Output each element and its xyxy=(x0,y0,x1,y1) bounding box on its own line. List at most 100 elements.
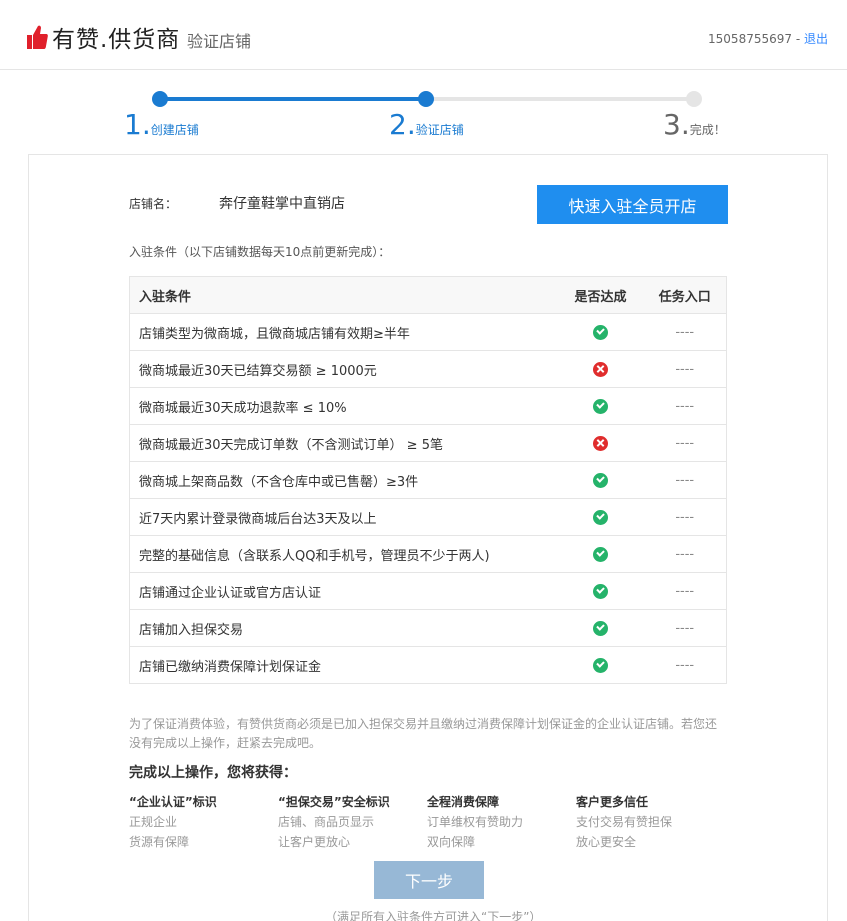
table-row: 店铺通过企业认证或官方店认证 ---- xyxy=(129,572,727,610)
check-circle-icon xyxy=(593,620,608,636)
status-cell xyxy=(557,609,644,647)
user-phone: 15058755697 xyxy=(708,32,793,46)
status-cell xyxy=(557,646,644,684)
table-row: 微商城最近30天成功退款率 ≤ 10% ---- xyxy=(129,387,727,425)
conditions-table: 入驻条件 是否达成 任务入口 店铺类型为微商城，且微商城店铺有效期≥半年 ----… xyxy=(129,276,727,684)
benefits-title: 完成以上操作，您将获得： xyxy=(129,765,297,781)
check-circle-icon xyxy=(593,509,608,525)
condition-cell: 店铺已缴纳消费保障计划保证金 xyxy=(129,646,558,684)
status-cell xyxy=(557,313,644,351)
benefit-line: 放心更安全 xyxy=(576,835,637,849)
status-cell xyxy=(557,387,644,425)
status-cell xyxy=(557,498,644,536)
step-2-label: 2. 验证店铺 xyxy=(389,108,464,142)
user-area: 15058755697 - 退出 xyxy=(708,30,828,47)
cross-circle-icon xyxy=(593,361,608,377)
step-number: 3. xyxy=(663,108,690,141)
check-circle-icon xyxy=(593,324,608,340)
step-1-dot xyxy=(152,91,168,107)
thumbs-up-icon xyxy=(27,25,48,49)
cross-circle-icon xyxy=(593,435,608,451)
store-name-value: 奔仔童鞋掌中直销店 xyxy=(219,196,345,212)
step-3-dot xyxy=(686,91,702,107)
check-circle-icon xyxy=(593,398,608,414)
page-title: 验证店铺 xyxy=(187,32,252,51)
store-name-label: 店铺名： xyxy=(129,197,178,211)
benefit-line: 正规企业 xyxy=(129,815,178,829)
progress-line-completed xyxy=(160,97,426,101)
check-circle-icon xyxy=(593,583,608,599)
benefit-title: “担保交易”安全标识 xyxy=(278,795,390,809)
condition-cell: 完整的基础信息（含联系人QQ和手机号，管理员不少于两人) xyxy=(129,535,558,573)
check-circle-icon xyxy=(593,546,608,562)
status-cell xyxy=(557,461,644,499)
step-1-label: 1. 创建店铺 xyxy=(124,108,199,142)
condition-cell: 微商城最近30天已结算交易额 ≥ 1000元 xyxy=(129,350,558,388)
task-entry-cell: ---- xyxy=(643,313,727,351)
condition-cell: 近7天内累计登录微商城后台达3天及以上 xyxy=(129,498,558,536)
table-row: 微商城最近30天已结算交易额 ≥ 1000元 ---- xyxy=(129,350,727,388)
condition-cell: 店铺加入担保交易 xyxy=(129,609,558,647)
table-row: 店铺加入担保交易 ---- xyxy=(129,609,727,647)
separator: - xyxy=(792,32,804,46)
table-row: 店铺类型为微商城，且微商城店铺有效期≥半年 ---- xyxy=(129,313,727,351)
column-header-status: 是否达成 xyxy=(557,276,644,314)
conditions-note: 入驻条件（以下店铺数据每天10点前更新完成）： xyxy=(129,245,391,259)
check-circle-icon xyxy=(593,472,608,488)
task-entry-cell: ---- xyxy=(643,424,727,462)
benefit-enterprise-cert: “企业认证”标识 正规企业 货源有保障 xyxy=(129,792,217,852)
step-text: 完成！ xyxy=(689,123,726,137)
benefit-title: 全程消费保障 xyxy=(427,795,500,809)
task-entry-cell: ---- xyxy=(643,572,727,610)
condition-cell: 微商城上架商品数（不含仓库中或已售罄）≥3件 xyxy=(129,461,558,499)
logout-link[interactable]: 退出 xyxy=(804,32,828,46)
logo[interactable]: 有赞.供货商 xyxy=(26,22,180,53)
task-entry-cell: ---- xyxy=(643,350,727,388)
table-row: 微商城最近30天完成订单数（不含测试订单） ≥ 5笔 ---- xyxy=(129,424,727,462)
condition-cell: 微商城最近30天完成订单数（不含测试订单） ≥ 5笔 xyxy=(129,424,558,462)
top-header: 有赞.供货商 验证店铺 15058755697 - 退出 xyxy=(0,0,847,70)
benefit-line: 货源有保障 xyxy=(129,835,190,849)
task-entry-cell: ---- xyxy=(643,646,727,684)
benefit-customer-trust: 客户更多信任 支付交易有赞担保 放心更安全 xyxy=(576,792,672,852)
step-text: 创建店铺 xyxy=(150,123,199,137)
benefit-title: 客户更多信任 xyxy=(576,795,649,809)
benefit-line: 店铺、商品页显示 xyxy=(278,815,375,829)
column-header-entry: 任务入口 xyxy=(643,276,727,314)
status-cell xyxy=(557,424,644,462)
condition-cell: 店铺类型为微商城，且微商城店铺有效期≥半年 xyxy=(129,313,558,351)
next-step-button[interactable]: 下一步 xyxy=(374,861,484,899)
status-cell xyxy=(557,350,644,388)
task-entry-cell: ---- xyxy=(643,461,727,499)
table-row: 微商城上架商品数（不含仓库中或已售罄）≥3件 ---- xyxy=(129,461,727,499)
step-text: 验证店铺 xyxy=(415,123,464,137)
step-number: 2. xyxy=(389,108,416,141)
task-entry-cell: ---- xyxy=(643,498,727,536)
table-row: 店铺已缴纳消费保障计划保证金 ---- xyxy=(129,646,727,684)
task-entry-cell: ---- xyxy=(643,387,727,425)
status-cell xyxy=(557,572,644,610)
progress-line-pending xyxy=(426,97,694,101)
table-header-row: 入驻条件 是否达成 任务入口 xyxy=(129,276,727,314)
benefit-consumer-protection: 全程消费保障 订单维权有赞助力 双向保障 xyxy=(427,792,523,852)
step-2-dot xyxy=(418,91,434,107)
task-entry-cell: ---- xyxy=(643,609,727,647)
table-row: 近7天内累计登录微商城后台达3天及以上 ---- xyxy=(129,498,727,536)
status-cell xyxy=(557,535,644,573)
progress-steps: 1. 创建店铺 2. 验证店铺 3. 完成！ xyxy=(0,70,847,154)
condition-cell: 微商城最近30天成功退款率 ≤ 10% xyxy=(129,387,558,425)
benefit-guarantee-trade: “担保交易”安全标识 店铺、商品页显示 让客户更放心 xyxy=(278,792,390,852)
notice-text: 为了保证消费体验，有赞供货商必须是已加入担保交易并且缴纳过消费保障计划保证金的企… xyxy=(129,717,718,750)
benefit-line: 让客户更放心 xyxy=(278,835,351,849)
table-row: 完整的基础信息（含联系人QQ和手机号，管理员不少于两人) ---- xyxy=(129,535,727,573)
step-3-label: 3. 完成！ xyxy=(663,108,726,142)
next-step-hint: （满足所有入驻条件方可进入“下一步”） xyxy=(325,910,542,921)
verify-card: 店铺名： 奔仔童鞋掌中直销店 快速入驻全员开店 入驻条件（以下店铺数据每天10点… xyxy=(28,154,828,921)
fast-onboard-button[interactable]: 快速入驻全员开店 xyxy=(537,185,728,224)
column-header-condition: 入驻条件 xyxy=(129,276,558,314)
condition-cell: 店铺通过企业认证或官方店认证 xyxy=(129,572,558,610)
benefit-line: 支付交易有赞担保 xyxy=(576,815,673,829)
task-entry-cell: ---- xyxy=(643,535,727,573)
step-number: 1. xyxy=(124,108,151,141)
check-circle-icon xyxy=(593,657,608,673)
